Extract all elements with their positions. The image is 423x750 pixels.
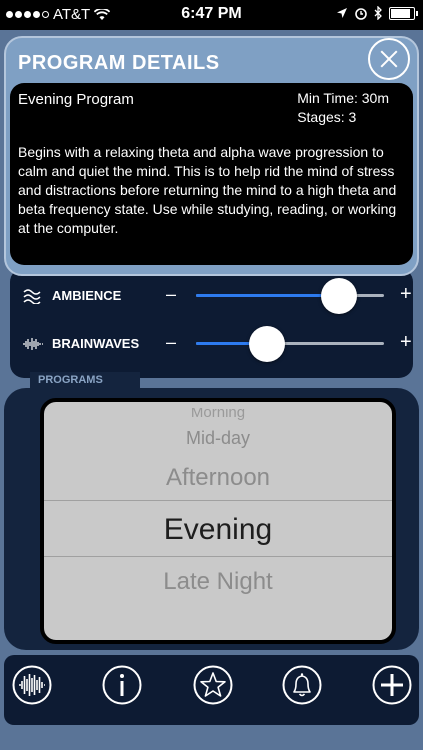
star-icon[interactable]	[193, 665, 233, 705]
location-icon	[337, 8, 347, 18]
picker-item-late-night[interactable]: Late Night	[44, 568, 392, 596]
ambience-decrease-button[interactable]: –	[166, 284, 176, 305]
plus-icon[interactable]	[372, 665, 412, 705]
min-time: Min Time: 30m	[297, 90, 389, 106]
info-icon[interactable]	[102, 665, 142, 705]
program-description: Begins with a relaxing theta and alpha w…	[18, 144, 397, 236]
battery-icon	[389, 6, 418, 20]
program-meta: Min Time: 30m Stages: 3	[297, 89, 389, 127]
brainwaves-increase-button[interactable]: +	[400, 331, 412, 354]
details-content: Evening Program Min Time: 30m Stages: 3 …	[10, 83, 413, 265]
picker-item-evening-selected[interactable]: Evening	[44, 513, 392, 547]
ambience-label: AMBIENCE	[52, 288, 122, 303]
ambience-thumb[interactable]	[320, 278, 357, 314]
selection-top-line	[44, 500, 392, 501]
picker-item-midday[interactable]: Mid-day	[44, 428, 392, 449]
bell-icon[interactable]	[282, 665, 322, 705]
ambience-fill	[196, 294, 339, 297]
ambience-icon	[23, 289, 41, 304]
programs-tab: PROGRAMS	[30, 372, 140, 388]
ambience-increase-button[interactable]: +	[400, 283, 412, 306]
status-bar: AT&T 6:47 PM	[0, 0, 423, 30]
bluetooth-icon	[374, 6, 382, 20]
waveform-icon[interactable]	[12, 665, 52, 705]
program-details-panel: PROGRAM DETAILS Evening Program Min Time…	[4, 36, 419, 276]
stages: Stages: 3	[297, 109, 357, 125]
program-picker[interactable]: Morning Mid-day Afternoon Evening Late N…	[40, 398, 396, 644]
ambience-slider-row: AMBIENCE – +	[22, 276, 412, 316]
brainwaves-slider-row: BRAINWAVES – +	[22, 324, 412, 364]
picker-item-afternoon[interactable]: Afternoon	[44, 464, 392, 492]
picker-item-morning[interactable]: Morning	[44, 408, 392, 420]
brainwaves-decrease-button[interactable]: –	[166, 332, 176, 353]
alarm-icon	[355, 8, 367, 20]
program-name: Evening Program	[18, 91, 134, 108]
selection-bottom-line	[44, 556, 392, 557]
brainwaves-thumb[interactable]	[249, 326, 286, 362]
details-title: PROGRAM DETAILS	[18, 52, 220, 74]
brainwaves-label: BRAINWAVES	[52, 336, 140, 351]
close-button[interactable]	[368, 38, 410, 80]
brainwaves-icon	[23, 338, 43, 350]
brainwaves-slider[interactable]	[196, 342, 384, 345]
